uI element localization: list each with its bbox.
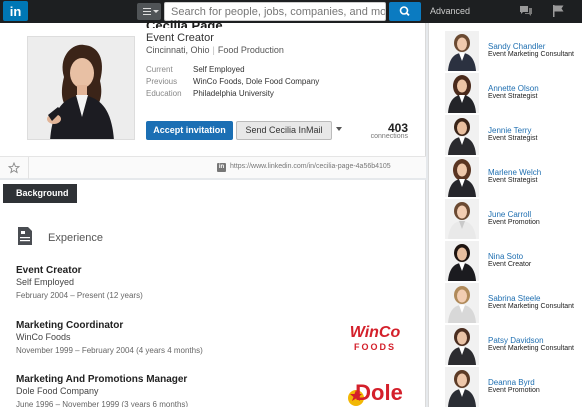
person-avatar[interactable]	[445, 157, 479, 197]
person-title: Event Marketing Consultant	[488, 345, 574, 352]
advanced-search-link[interactable]: Advanced	[430, 6, 470, 16]
person-name[interactable]: Patsy Davidson	[488, 336, 544, 345]
profile-facts: Current Self Employed Previous WinCo Foods…	[146, 64, 319, 100]
profile-location[interactable]: Cincinnati, Ohio	[146, 45, 210, 55]
fact-value[interactable]: Philadelphia University	[193, 88, 274, 100]
experience-entry: Marketing Coordinator WinCo Foods Novemb…	[16, 320, 203, 357]
sidebar-person[interactable]: Jennie Terry Event Strategist	[429, 114, 582, 156]
sidebar-person[interactable]: June Carroll Event Promotion	[429, 198, 582, 240]
job-company[interactable]: WinCo Foods	[16, 332, 203, 343]
fact-key: Education	[146, 89, 182, 98]
job-title[interactable]: Event Creator	[16, 265, 143, 277]
menu-icon-line	[143, 8, 151, 9]
profile-photo-image	[28, 37, 134, 139]
sidebar-person[interactable]: Patsy Davidson Event Marketing Consultan…	[429, 324, 582, 366]
person-name[interactable]: Annette Olson	[488, 84, 539, 93]
people-also-viewed-sidebar: Sandy Chandler Event Marketing Consultan…	[428, 23, 582, 407]
connections-label: connections	[370, 133, 408, 140]
svg-text:Dole: Dole	[355, 380, 403, 405]
person-title: Event Creator	[488, 261, 532, 268]
fact-row-education: Education Philadelphia University	[146, 88, 319, 100]
person-name[interactable]: Nina Soto	[488, 252, 523, 261]
fact-key: Current	[146, 65, 173, 74]
person-name[interactable]: Marlene Welch	[488, 168, 541, 177]
job-dates: November 1999 – February 2004 (4 years 4…	[16, 346, 203, 355]
star-icon[interactable]	[8, 162, 20, 174]
svg-text:FOODS: FOODS	[354, 342, 396, 352]
job-company: Self Employed	[16, 277, 75, 287]
person-avatar[interactable]	[445, 73, 479, 113]
notifications-flag-icon[interactable]	[551, 4, 565, 18]
profile-headline: Event Creator	[146, 32, 214, 44]
profile-card: Cecilia Page Event Creator Cincinnati, O…	[0, 18, 426, 179]
winco-foods-logo[interactable]: WinCo FOODS	[343, 323, 407, 353]
fact-row-previous: Previous WinCo Foods, Dole Food Company	[146, 76, 319, 88]
person-name[interactable]: Jennie Terry	[488, 126, 531, 135]
person-title: Event Marketing Consultant	[488, 51, 574, 58]
fact-key: Previous	[146, 77, 178, 86]
person-title: Event Promotion	[488, 219, 540, 226]
chevron-down-icon	[153, 10, 159, 13]
person-avatar[interactable]	[445, 325, 479, 365]
experience-entry: Event Creator Self Employed February 200…	[16, 265, 143, 302]
person-title: Event Strategist	[488, 177, 538, 184]
person-title: Event Strategist	[488, 135, 538, 142]
person-title: Event Strategist	[488, 93, 538, 100]
sidebar-person[interactable]: Sabrina Steele Event Marketing Consultan…	[429, 282, 582, 324]
menu-icon-line	[143, 14, 151, 15]
job-dates: June 1996 – November 1999 (3 years 6 mon…	[16, 400, 189, 407]
person-name[interactable]: June Carroll	[488, 210, 531, 219]
public-profile-url-bar: in https://www.linkedin.com/in/cecilia-p…	[0, 156, 426, 179]
fact-row-current: Current Self Employed	[146, 64, 319, 76]
more-actions-chevron-down-icon[interactable]	[336, 127, 342, 131]
search-button[interactable]	[389, 2, 421, 21]
profile-location-industry: Cincinnati, Ohio | Food Production	[146, 45, 284, 55]
sidebar-person[interactable]: Sandy Chandler Event Marketing Consultan…	[429, 30, 582, 72]
person-name[interactable]: Sandy Chandler	[488, 42, 545, 51]
send-inmail-button[interactable]: Send Cecilia InMail	[236, 121, 332, 140]
person-avatar[interactable]	[445, 31, 479, 71]
experience-section-title: Experience	[48, 232, 104, 244]
experience-briefcase-icon	[18, 227, 32, 245]
search-icon	[399, 6, 410, 17]
person-title: Event Promotion	[488, 387, 540, 394]
person-title: Event Marketing Consultant	[488, 303, 574, 310]
profile-name: Cecilia Page	[146, 18, 223, 28]
background-section: Background Experience Event Creator Self…	[0, 180, 426, 407]
job-title[interactable]: Marketing And Promotions Manager	[16, 374, 188, 386]
person-avatar[interactable]	[445, 283, 479, 323]
fact-value[interactable]: Self Employed	[193, 64, 245, 76]
logo-text: in	[9, 4, 22, 19]
accept-invitation-button[interactable]: Accept invitation	[146, 121, 233, 140]
job-dates: February 2004 – Present (12 years)	[16, 291, 143, 300]
profile-industry[interactable]: Food Production	[218, 45, 284, 55]
public-profile-url[interactable]: https://www.linkedin.com/in/cecilia-page…	[230, 163, 391, 170]
person-avatar[interactable]	[445, 367, 479, 407]
sidebar-person[interactable]: Nina Soto Event Creator	[429, 240, 582, 282]
background-tab[interactable]: Background	[3, 184, 77, 203]
person-name[interactable]: Sabrina Steele	[488, 294, 540, 303]
menu-icon-line	[143, 11, 151, 12]
job-company[interactable]: Dole Food Company	[16, 386, 188, 397]
divider	[28, 157, 29, 179]
experience-entry: Marketing And Promotions Manager Dole Fo…	[16, 374, 188, 407]
dole-logo[interactable]: Dole	[345, 376, 407, 407]
sidebar-person[interactable]: Deanna Byrd Event Promotion	[429, 366, 582, 407]
sidebar-person[interactable]: Annette Olson Event Strategist	[429, 72, 582, 114]
fact-value[interactable]: WinCo Foods, Dole Food Company	[193, 76, 319, 88]
profile-photo[interactable]	[27, 36, 135, 140]
top-navigation-bar: in Search for people, jobs, companies, a…	[0, 0, 582, 23]
svg-text:WinCo: WinCo	[350, 324, 401, 341]
linkedin-logo[interactable]: in	[3, 1, 28, 21]
linkedin-small-icon: in	[217, 163, 226, 172]
person-name[interactable]: Deanna Byrd	[488, 378, 535, 387]
job-title[interactable]: Marketing Coordinator	[16, 320, 203, 332]
messages-icon[interactable]	[519, 4, 533, 18]
person-avatar[interactable]	[445, 241, 479, 281]
sidebar-person[interactable]: Marlene Welch Event Strategist	[429, 156, 582, 198]
person-avatar[interactable]	[445, 115, 479, 155]
person-avatar[interactable]	[445, 199, 479, 239]
